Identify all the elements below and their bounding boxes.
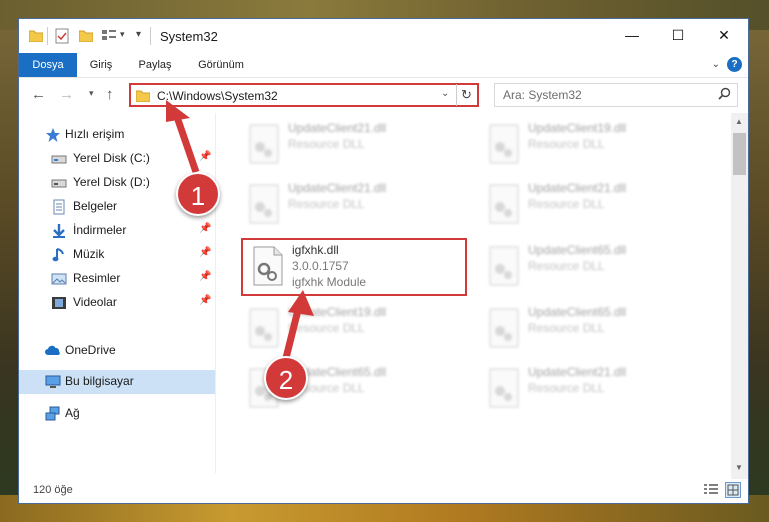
annotation-arrows: [166, 100, 314, 359]
step-badge-2: 2: [264, 356, 308, 400]
step-badge-1: 1: [176, 172, 220, 216]
